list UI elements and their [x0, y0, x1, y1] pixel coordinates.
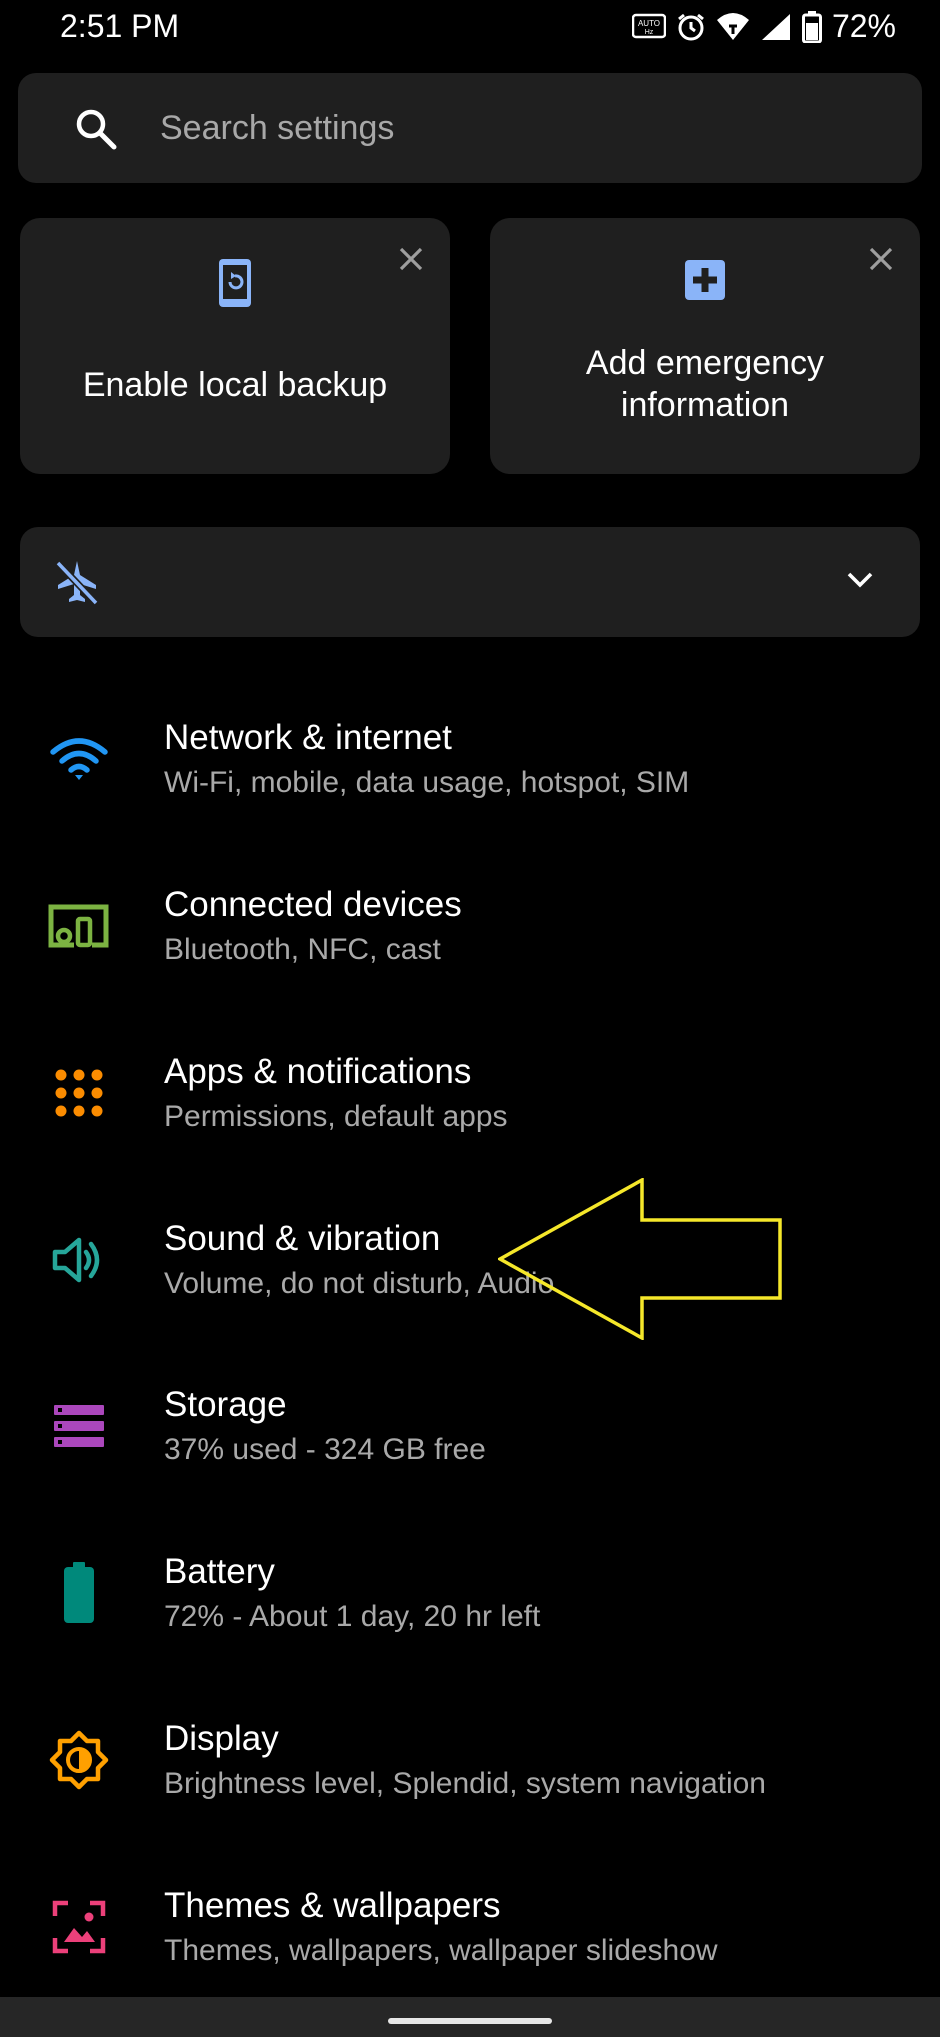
settings-item-battery[interactable]: Battery 72% - About 1 day, 20 hr left	[0, 1518, 940, 1668]
brightness-icon	[46, 1727, 112, 1793]
storage-icon	[46, 1393, 112, 1459]
item-title: Connected devices	[164, 885, 462, 924]
gesture-handle[interactable]	[388, 2018, 552, 2024]
connected-devices-icon	[46, 893, 112, 959]
yellow-arrow-annotation	[496, 1177, 788, 1345]
status-time: 2:51 PM	[60, 8, 180, 44]
condition-bar-airplane[interactable]	[20, 527, 920, 637]
settings-item-connected-devices[interactable]: Connected devices Bluetooth, NFC, cast	[0, 851, 940, 1001]
suggestion-card-local-backup[interactable]: Enable local backup	[20, 218, 450, 474]
svg-text:AUTO: AUTO	[638, 19, 660, 28]
suggestion-title: Enable local backup	[82, 366, 388, 404]
backup-phone-icon	[217, 258, 253, 313]
settings-item-network[interactable]: Network & internet Wi-Fi, mobile, data u…	[0, 684, 940, 834]
item-title: Network & internet	[164, 718, 452, 757]
settings-item-sound[interactable]: Sound & vibration Volume, do not disturb…	[0, 1185, 940, 1335]
navigation-bar	[0, 1997, 940, 2037]
item-title: Sound & vibration	[164, 1219, 441, 1258]
suggestion-title-line1: Add emergency	[585, 344, 825, 382]
battery-percent: 72%	[831, 8, 896, 44]
settings-item-display[interactable]: Display Brightness level, Splendid, syst…	[0, 1685, 940, 1835]
alarm-icon	[676, 12, 706, 42]
search-icon	[74, 107, 118, 156]
search-input[interactable]: Search settings	[160, 109, 394, 148]
suggestion-card-emergency-info[interactable]: Add emergency information	[490, 218, 920, 474]
item-subtitle: 37% used - 324 GB free	[164, 1433, 486, 1466]
item-subtitle: 72% - About 1 day, 20 hr left	[164, 1600, 541, 1633]
chevron-down-icon[interactable]	[844, 563, 876, 600]
item-subtitle: Permissions, default apps	[164, 1100, 508, 1133]
item-subtitle: Themes, wallpapers, wallpaper slideshow	[164, 1934, 718, 1967]
wifi-status-icon	[716, 12, 750, 42]
item-title: Battery	[164, 1552, 275, 1591]
apps-grid-icon	[46, 1060, 112, 1126]
settings-item-themes[interactable]: Themes & wallpapers Themes, wallpapers, …	[0, 1852, 940, 2002]
svg-text:Hz: Hz	[645, 29, 654, 36]
item-subtitle: Volume, do not disturb, Audio	[164, 1267, 555, 1300]
item-title: Themes & wallpapers	[164, 1886, 501, 1925]
wallpaper-icon	[46, 1894, 112, 1960]
battery-status-icon	[801, 10, 822, 43]
item-subtitle: Brightness level, Splendid, system navig…	[164, 1767, 766, 1800]
item-title: Storage	[164, 1385, 287, 1424]
cellular-signal-icon	[760, 12, 792, 42]
medical-plus-icon	[683, 258, 727, 307]
auto-hz-icon: AUTO Hz	[631, 13, 666, 41]
status-icons: AUTO Hz 72%	[631, 8, 896, 45]
volume-icon	[46, 1227, 112, 1293]
airplane-mode-off-icon	[52, 557, 102, 612]
item-subtitle: Wi-Fi, mobile, data usage, hotspot, SIM	[164, 766, 690, 799]
settings-item-apps[interactable]: Apps & notifications Permissions, defaul…	[0, 1018, 940, 1168]
battery-icon	[46, 1560, 112, 1626]
item-title: Display	[164, 1719, 279, 1758]
close-icon[interactable]	[394, 242, 428, 276]
wifi-icon	[46, 726, 112, 792]
close-icon[interactable]	[864, 242, 898, 276]
suggestion-title-line2: information	[620, 386, 790, 424]
item-subtitle: Bluetooth, NFC, cast	[164, 933, 441, 966]
search-bar[interactable]: Search settings	[18, 73, 922, 183]
settings-item-storage[interactable]: Storage 37% used - 324 GB free	[0, 1351, 940, 1501]
item-title: Apps & notifications	[164, 1052, 472, 1091]
